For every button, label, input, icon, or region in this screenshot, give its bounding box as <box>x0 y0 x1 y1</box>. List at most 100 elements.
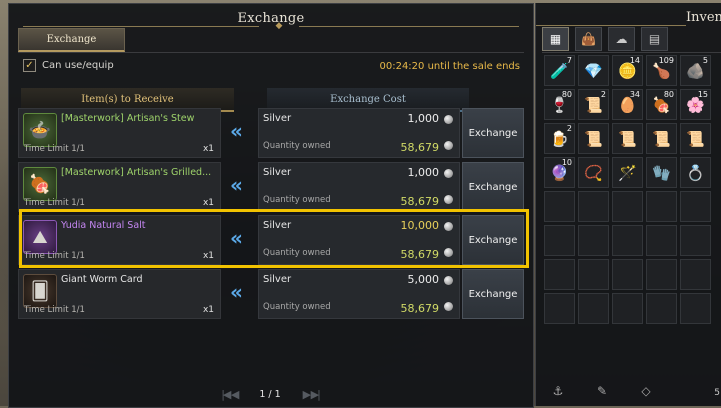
exchange-button[interactable]: Exchange <box>462 108 524 158</box>
inventory-slot[interactable]: 🍷 80 <box>544 89 575 120</box>
slot-count: 34 <box>629 90 640 99</box>
owned-label: Quantity owned <box>263 248 331 258</box>
inventory-slot-empty[interactable] <box>680 225 711 256</box>
exchange-arrow-icon: « <box>230 226 243 250</box>
inventory-slot-empty[interactable] <box>680 293 711 324</box>
receive-item[interactable]: ⛰ Yudia Natural Salt Time Limit 1/1 x1 <box>18 215 221 265</box>
exchange-button[interactable]: Exchange <box>462 215 524 265</box>
gloves-icon: 🧤 <box>652 163 671 182</box>
receive-item[interactable]: 🂠 Giant Worm Card Time Limit 1/1 x1 <box>18 269 221 319</box>
inventory-slot-empty[interactable] <box>646 191 677 222</box>
inventory-slot[interactable]: 🍖 80 <box>646 89 677 120</box>
inventory-slot-empty[interactable] <box>612 191 643 222</box>
slot-count: 15 <box>697 90 708 99</box>
time-limit: Time Limit 1/1 <box>24 251 85 261</box>
exchange-button[interactable]: Exchange <box>462 162 524 212</box>
inventory-slot[interactable]: 💎 <box>578 55 609 86</box>
cost-amount: 1,000 <box>407 112 440 125</box>
inventory-slot[interactable]: 📜 <box>578 123 609 154</box>
inventory-slot-empty[interactable] <box>578 191 609 222</box>
book-icon[interactable]: ▤ <box>641 27 668 51</box>
inventory-slot-empty[interactable] <box>680 191 711 222</box>
inventory-slot-empty[interactable] <box>612 225 643 256</box>
pagination: |◀ ◀ 1 / 1 ▶ ▶| <box>8 388 532 401</box>
can-use-filter[interactable]: ✓ Can use/equip <box>23 59 114 72</box>
inventory-slot-empty[interactable] <box>680 259 711 290</box>
inventory-slot[interactable]: 🧪 7 <box>544 55 575 86</box>
inventory-slot-empty[interactable] <box>544 225 575 256</box>
inventory-slot[interactable]: 🍗 109 <box>646 55 677 86</box>
slot-count: 109 <box>658 56 674 65</box>
tab-exchange[interactable]: Exchange <box>18 28 125 52</box>
inventory-slot[interactable]: 🪄 <box>612 157 643 188</box>
silver-coin-icon <box>444 195 453 204</box>
exchange-cost: Silver 5,000 Quantity owned 58,679 <box>258 269 460 319</box>
receive-item[interactable]: 🍖 [Masterwork] Artisan's Grilled... Time… <box>18 162 221 212</box>
inventory-slot-empty[interactable] <box>646 259 677 290</box>
silver-coin-icon <box>444 222 453 231</box>
can-use-checkbox[interactable]: ✓ <box>23 59 36 72</box>
title-divider <box>536 25 686 26</box>
inventory-slot-empty[interactable] <box>646 225 677 256</box>
exchange-button[interactable]: Exchange <box>462 269 524 319</box>
bag-icon[interactable]: 👜 <box>575 27 602 51</box>
currency-name: Silver <box>263 220 292 231</box>
inventory-slot-empty[interactable] <box>646 293 677 324</box>
inventory-slot[interactable]: 📜 <box>680 123 711 154</box>
inventory-slot-empty[interactable] <box>544 191 575 222</box>
inventory-slot[interactable]: 🔮 10 <box>544 157 575 188</box>
inventory-slot[interactable]: 💍 <box>680 157 711 188</box>
can-use-label: Can use/equip <box>42 60 114 71</box>
inventory-slot[interactable]: 📜 2 <box>578 89 609 120</box>
cloud-icon[interactable]: ☁ <box>608 27 635 51</box>
inventory-slot-empty[interactable] <box>544 259 575 290</box>
inventory-slot[interactable]: 📿 <box>578 157 609 188</box>
slot-count: 2 <box>600 90 606 99</box>
staff-icon: 🪄 <box>618 163 637 182</box>
inventory-slot-empty[interactable] <box>578 259 609 290</box>
exchange-arrow-icon: « <box>230 173 243 197</box>
currency-name: Silver <box>263 274 292 285</box>
exchange-row-selected: ⛰ Yudia Natural Salt Time Limit 1/1 x1 «… <box>18 215 528 265</box>
slot-count: 5 <box>702 56 708 65</box>
inventory-slot-empty[interactable] <box>578 225 609 256</box>
inventory-slot-empty[interactable] <box>612 293 643 324</box>
inventory-grid: 🧪 7 💎 🪙 14 🍗 109 🪨 5 🍷 80 📜 2 🥚 34 🍖 80 🌸 15 🍺 2 📜 📜 📜 📜 🔮 10 📿 🪄 🧤 💍 <box>544 55 711 324</box>
inventory-slot[interactable]: 🌸 15 <box>680 89 711 120</box>
tab-divider <box>18 52 524 53</box>
last-page-icon[interactable]: ▶ ▶| <box>303 388 321 401</box>
inventory-slot[interactable]: 📜 <box>612 123 643 154</box>
owned-amount: 58,679 <box>400 195 440 208</box>
inventory-slot[interactable]: 🪙 14 <box>612 55 643 86</box>
scroll-icon: 📜 <box>584 129 603 148</box>
inventory-window: Invent ▦ 👜 ☁ ▤ 🧪7💎🪙14🍗109🪨5🍷80📜2🥚34🍖80🌸1… <box>535 3 721 406</box>
exchange-cost: Silver 1,000 Quantity owned 58,679 <box>258 162 460 212</box>
scroll-icon: 📜 <box>652 129 671 148</box>
salt-icon: ⛰ <box>23 220 57 254</box>
scroll-icon: 📜 <box>618 129 637 148</box>
inventory-slot[interactable]: 🍺 2 <box>544 123 575 154</box>
inventory-slot-empty[interactable] <box>578 293 609 324</box>
owned-amount: 58,679 <box>400 141 440 154</box>
slot-count: 2 <box>566 124 572 133</box>
item-quantity: x1 <box>202 251 214 261</box>
scroll-icon: 📜 <box>686 129 705 148</box>
inventory-slot[interactable]: 📜 <box>646 123 677 154</box>
time-limit: Time Limit 1/1 <box>24 144 85 154</box>
gem-icon[interactable]: ◇ <box>632 382 660 400</box>
tool-icon[interactable]: ✎ <box>588 382 616 400</box>
receive-item[interactable]: 🍲 [Masterwork] Artisan's Stew Time Limit… <box>18 108 221 158</box>
slot-count: 80 <box>561 90 572 99</box>
inventory-divider <box>542 52 721 53</box>
ring-icon: 💍 <box>686 163 705 182</box>
first-page-icon[interactable]: |◀ ◀ <box>221 388 239 401</box>
silver-coin-icon <box>444 276 453 285</box>
anchor-icon[interactable]: ⚓ <box>544 382 572 400</box>
inventory-slot[interactable]: 🪨 5 <box>680 55 711 86</box>
inventory-slot-empty[interactable] <box>612 259 643 290</box>
exchange-cost: Silver 10,000 Quantity owned 58,679 <box>258 215 460 265</box>
inventory-slot[interactable]: 🧤 <box>646 157 677 188</box>
inventory-slot-empty[interactable] <box>544 293 575 324</box>
inventory-slot[interactable]: 🥚 34 <box>612 89 643 120</box>
grid-icon[interactable]: ▦ <box>542 27 569 51</box>
